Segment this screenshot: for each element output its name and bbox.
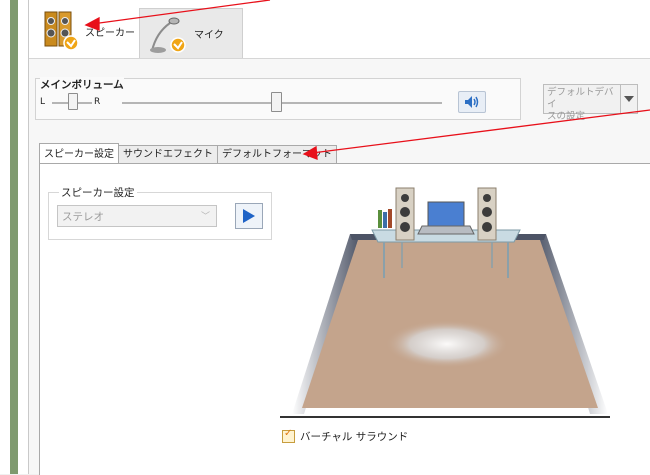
speaker-room-illustration xyxy=(292,187,608,414)
default-device-button[interactable]: デフォルトデバイ スの設定 xyxy=(543,84,621,122)
volume-slider-track[interactable] xyxy=(122,102,442,104)
tab-default-format[interactable]: デフォルトフォーマット xyxy=(217,145,337,163)
chevron-down-icon: ﹀ xyxy=(200,212,210,222)
laptop-icon xyxy=(417,201,475,235)
speaker-settings-page: スピーカー設定 ステレオ ﹀ ✓ バーチャル サラウンド xyxy=(39,163,650,475)
speaker-config-select[interactable]: ステレオ ﹀ xyxy=(57,205,217,227)
speaker-test-play-button[interactable] xyxy=(235,203,263,229)
audio-manager-panel: スピーカー マイク メインボリューム L R デフォルトデバイ スの設定 スピー… xyxy=(29,0,650,475)
device-tab-speaker[interactable]: スピーカー xyxy=(33,6,147,56)
balance-slider-thumb[interactable] xyxy=(68,93,78,110)
main-volume-title: メインボリューム xyxy=(40,77,124,92)
window-edge-inner xyxy=(18,0,29,474)
virtual-surround-label: バーチャル サラウンド xyxy=(300,431,409,443)
speaker-device-icon xyxy=(44,11,79,51)
default-device-dropdown-arrow[interactable] xyxy=(620,84,638,114)
volume-slider-thumb[interactable] xyxy=(270,92,282,112)
balance-left-label: L xyxy=(40,97,46,107)
play-icon xyxy=(243,209,255,223)
right-speaker-icon xyxy=(477,187,497,241)
virtual-surround-checkbox[interactable] xyxy=(282,428,295,443)
default-device-label-line2: スの設定 xyxy=(547,111,586,122)
speaker-settings-group: スピーカー設定 ステレオ ﹀ xyxy=(48,185,272,240)
device-tab-microphone-label: マイク xyxy=(194,30,224,41)
settings-tab-row: スピーカー設定 サウンドエフェクト デフォルトフォーマット xyxy=(39,143,337,163)
mute-button[interactable] xyxy=(458,91,486,113)
device-tab-speaker-label: スピーカー xyxy=(85,27,135,39)
default-device-label-line1: デフォルトデバイ xyxy=(547,87,614,110)
balance-right-label: R xyxy=(94,97,101,107)
window-edge xyxy=(0,0,10,474)
virtual-surround-option[interactable]: バーチャル サラウンド xyxy=(282,428,409,444)
main-volume-group: メインボリューム L R xyxy=(35,77,521,120)
device-tab-microphone[interactable]: マイク xyxy=(139,8,243,58)
speaker-settings-group-title: スピーカー設定 xyxy=(59,185,137,200)
speaker-volume-icon xyxy=(465,96,479,108)
device-tab-bar: スピーカー マイク xyxy=(29,0,650,59)
tab-sound-effects[interactable]: サウンドエフェクト xyxy=(118,145,218,163)
tab-speaker-settings[interactable]: スピーカー設定 xyxy=(39,143,119,163)
window-border xyxy=(10,0,18,474)
floor-baseline xyxy=(280,416,610,418)
microphone-device-icon xyxy=(150,17,186,53)
left-speaker-icon xyxy=(395,187,415,241)
speaker-config-value: ステレオ xyxy=(62,211,104,223)
floor-spotlight xyxy=(385,320,509,368)
